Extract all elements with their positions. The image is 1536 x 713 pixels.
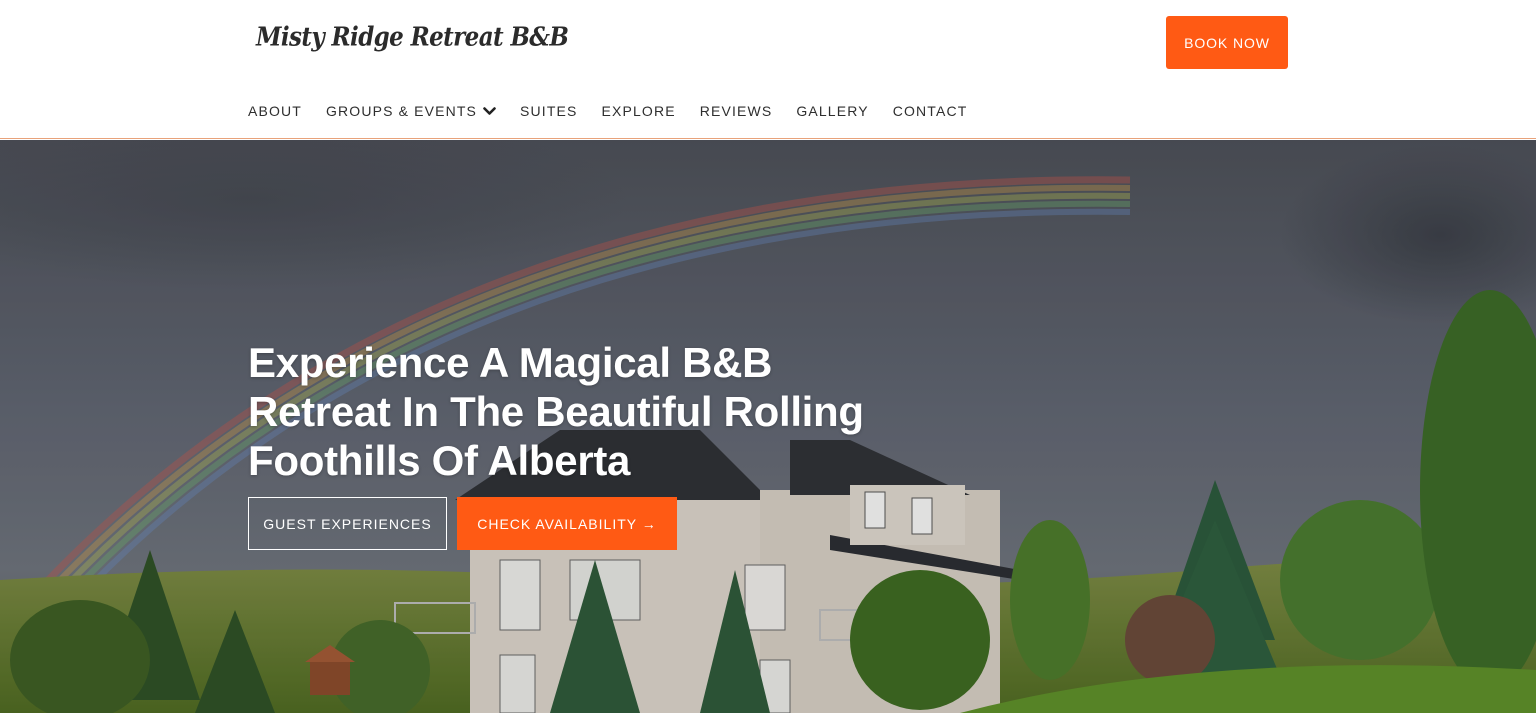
main-nav: ABOUT GROUPS & EVENTS SUITES EXPLORE REV…: [248, 103, 991, 119]
nav-item-label: REVIEWS: [699, 103, 773, 119]
nav-item-explore[interactable]: EXPLORE: [602, 103, 676, 119]
nav-item-about[interactable]: ABOUT: [248, 103, 302, 119]
book-now-button[interactable]: BOOK NOW: [1166, 16, 1288, 69]
hero-title: Experience A Magical B&B Retreat In The …: [248, 339, 864, 484]
nav-item-label: GALLERY: [796, 103, 869, 119]
hero-section: Experience A Magical B&B Retreat In The …: [0, 140, 1536, 713]
nav-item-label: EXPLORE: [601, 103, 676, 119]
site-header: Misty Ridge Retreat B&B BOOK NOW ABOUT G…: [0, 0, 1536, 139]
nav-item-gallery[interactable]: GALLERY: [796, 103, 868, 119]
guest-experiences-button[interactable]: GUEST EXPERIENCES: [248, 497, 447, 550]
site-logo[interactable]: Misty Ridge Retreat B&B: [256, 22, 569, 52]
chevron-down-icon[interactable]: [483, 106, 496, 116]
nav-item-reviews[interactable]: REVIEWS: [700, 103, 773, 119]
check-availability-button[interactable]: CHECK AVAILABILITY →: [457, 497, 677, 550]
nav-item-label: CONTACT: [892, 103, 968, 119]
nav-item-contact[interactable]: CONTACT: [893, 103, 968, 119]
nav-item-label: ABOUT: [248, 103, 302, 119]
nav-item-label: GROUPS & EVENTS: [325, 103, 478, 119]
nav-item-groups-events[interactable]: GROUPS & EVENTS: [326, 103, 496, 119]
nav-item-label: SUITES: [520, 103, 578, 119]
nav-item-suites[interactable]: SUITES: [520, 103, 577, 119]
